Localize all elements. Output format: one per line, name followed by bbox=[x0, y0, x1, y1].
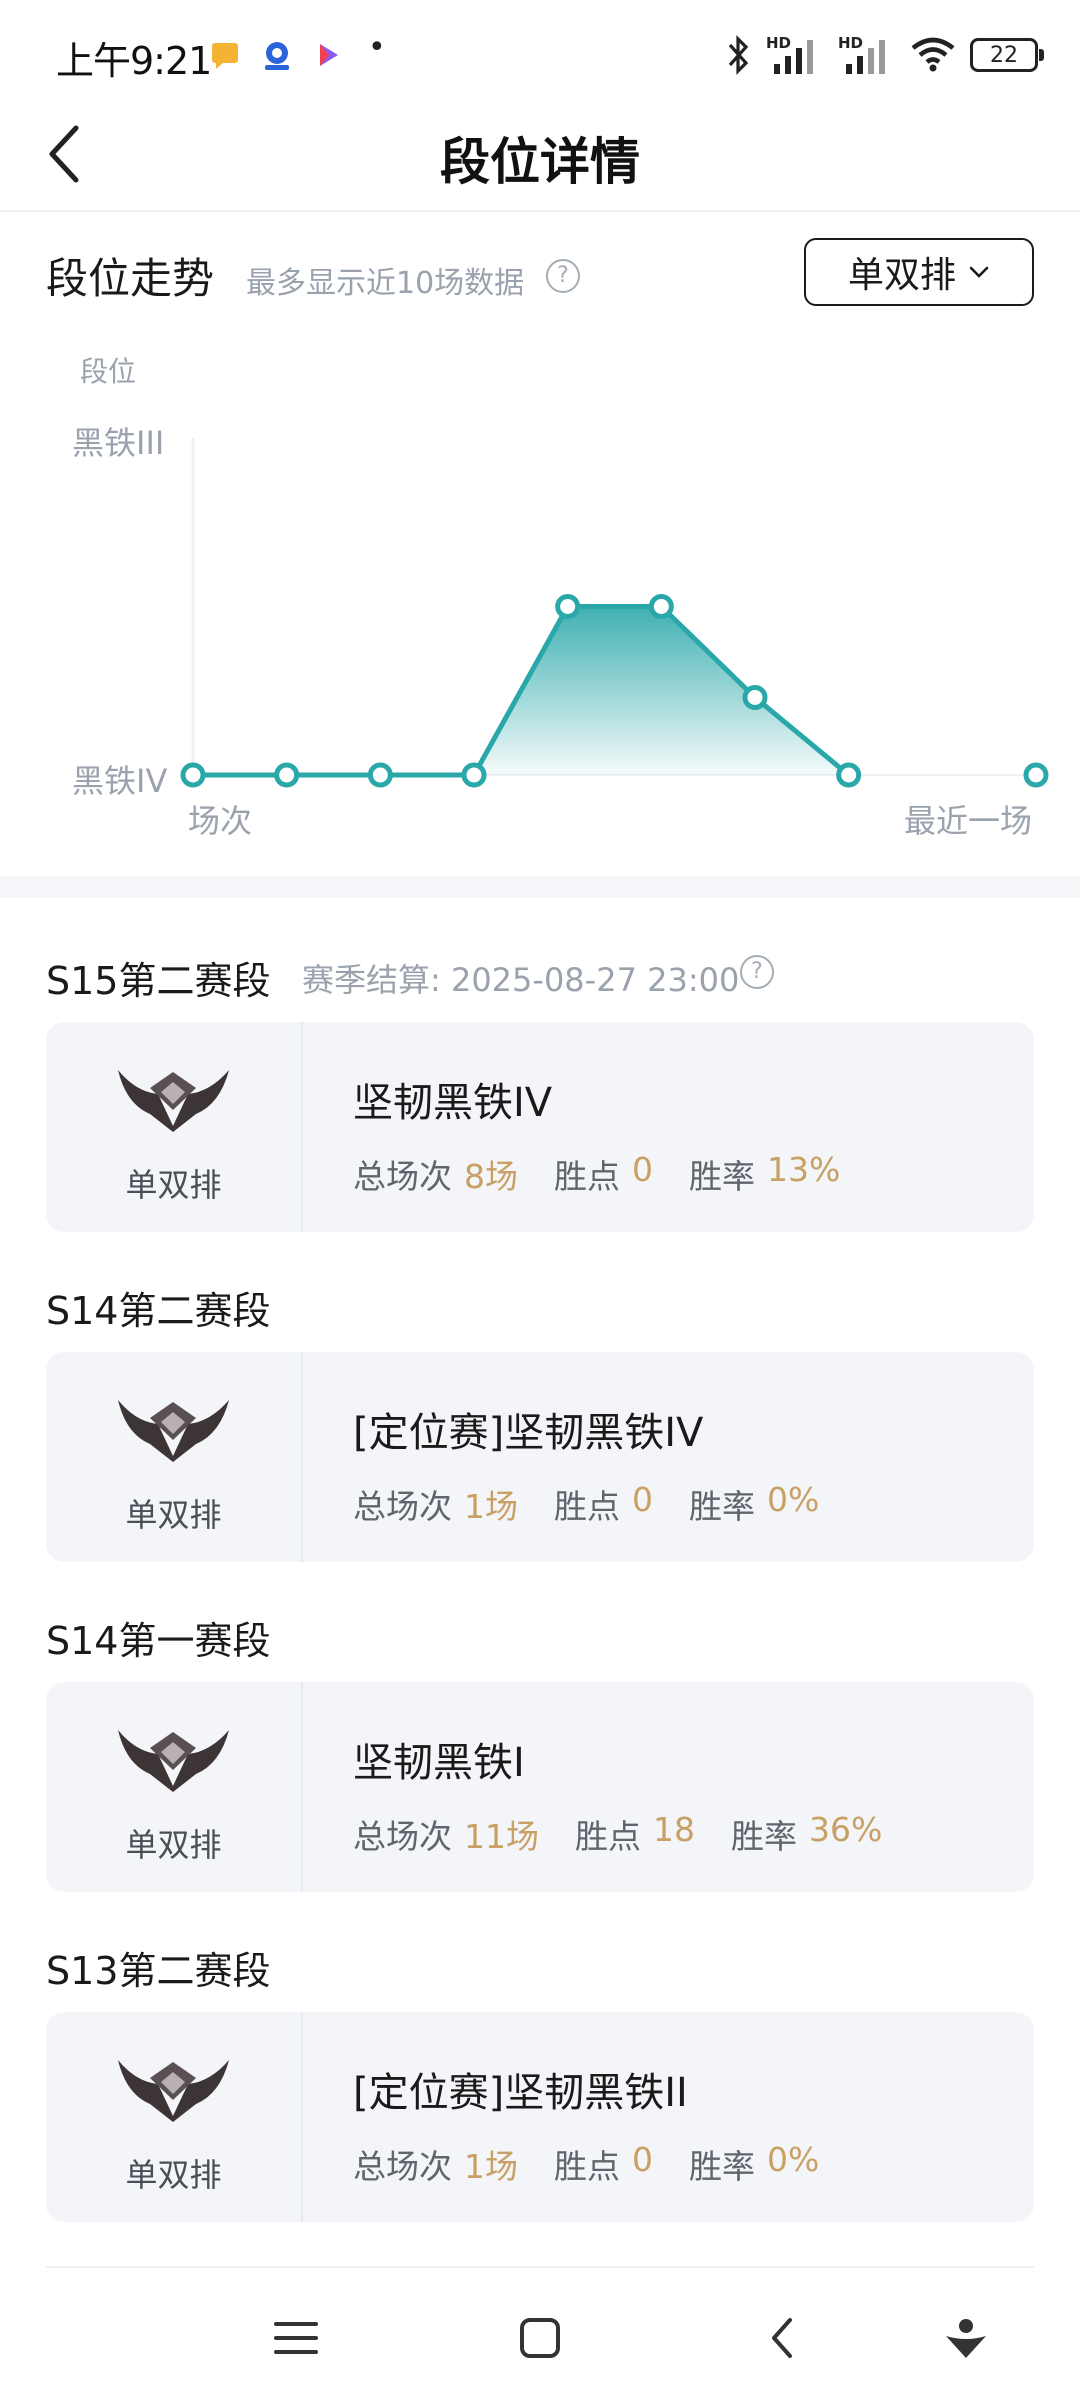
lp-label: 胜点 bbox=[575, 1817, 641, 1856]
winrate-label: 胜率 bbox=[689, 1487, 755, 1526]
lp-value: 0 bbox=[632, 1480, 653, 1519]
back-nav-icon[interactable] bbox=[754, 2308, 814, 2368]
trend-data-point[interactable] bbox=[648, 594, 674, 619]
rank-name: [定位赛]坚韧黑铁IV bbox=[353, 1410, 704, 1456]
menu-icon[interactable] bbox=[266, 2308, 326, 2368]
season-rank-card[interactable]: 单双排 [定位赛]坚韧黑铁IV 总场次 1场 胜点 0 胜率 0% bbox=[46, 1352, 1034, 1562]
lp-label: 胜点 bbox=[554, 1157, 620, 1196]
season-title: S14第一赛段 bbox=[46, 1619, 271, 1663]
queue-badge: 单双排 bbox=[46, 2012, 303, 2222]
winrate-label: 胜率 bbox=[731, 1817, 797, 1856]
games-label: 总场次 bbox=[353, 1487, 452, 1526]
lp-value: 18 bbox=[653, 1810, 695, 1849]
trend-data-point[interactable] bbox=[555, 594, 581, 619]
rank-stats: 总场次 1场 胜点 0 胜率 0% bbox=[353, 1480, 855, 1528]
lp-label: 胜点 bbox=[554, 1487, 620, 1526]
winrate-label: 胜率 bbox=[689, 2147, 755, 2186]
season-title: S14第二赛段 bbox=[46, 1289, 271, 1333]
rank-stats: 总场次 1场 胜点 0 胜率 0% bbox=[353, 2140, 855, 2188]
rank-stats: 总场次 11场 胜点 18 胜率 36% bbox=[353, 1810, 918, 1858]
queue-type-label: 单双排 bbox=[125, 2156, 222, 2194]
list-end-divider bbox=[46, 2266, 1034, 2268]
trend-data-point[interactable] bbox=[461, 762, 487, 788]
winrate-value: 13% bbox=[767, 1150, 841, 1189]
section-divider bbox=[0, 876, 1080, 898]
trend-data-point[interactable] bbox=[180, 762, 206, 788]
rank-stats: 总场次 8场 胜点 0 胜率 13% bbox=[353, 1150, 876, 1198]
lp-value: 0 bbox=[632, 1150, 653, 1189]
season-rank-card[interactable]: 单双排 坚韧黑铁IV 总场次 8场 胜点 0 胜率 13% bbox=[46, 1022, 1034, 1232]
winrate-value: 0% bbox=[767, 1480, 820, 1519]
queue-badge: 单双排 bbox=[46, 1682, 303, 1892]
games-value: 11场 bbox=[464, 1817, 539, 1856]
lp-value: 0 bbox=[632, 2140, 653, 2179]
trend-data-point[interactable] bbox=[742, 684, 768, 710]
winrate-value: 0% bbox=[767, 2140, 820, 2179]
season-settlement-time: 赛季结算: 2025-08-27 23:00 bbox=[302, 961, 740, 999]
winrate-value: 36% bbox=[809, 1810, 883, 1849]
season-title: S13第二赛段 bbox=[46, 1949, 271, 1993]
help-icon[interactable]: ? bbox=[740, 955, 774, 989]
games-label: 总场次 bbox=[353, 1817, 452, 1856]
iron-rank-emblem-icon bbox=[118, 2060, 229, 2122]
queue-type-label: 单双排 bbox=[125, 1826, 222, 1864]
rank-trend-chart bbox=[180, 438, 1049, 788]
rank-name: 坚韧黑铁I bbox=[353, 1740, 525, 1786]
season-rank-card[interactable]: 单双排 坚韧黑铁I 总场次 11场 胜点 18 胜率 36% bbox=[46, 1682, 1034, 1892]
rank-name: [定位赛]坚韧黑铁II bbox=[353, 2070, 688, 2116]
assistant-icon[interactable] bbox=[936, 2308, 996, 2368]
trend-data-point[interactable] bbox=[836, 762, 862, 788]
games-value: 8场 bbox=[464, 1157, 518, 1196]
games-value: 1场 bbox=[464, 1487, 518, 1526]
queue-type-label: 单双排 bbox=[125, 1166, 222, 1204]
season-rank-card[interactable]: 单双排 [定位赛]坚韧黑铁II 总场次 1场 胜点 0 胜率 0% bbox=[46, 2012, 1034, 2222]
games-label: 总场次 bbox=[353, 1157, 452, 1196]
trend-data-point[interactable] bbox=[274, 762, 300, 788]
season-title: S15第二赛段 bbox=[46, 959, 271, 1003]
lp-label: 胜点 bbox=[554, 2147, 620, 2186]
trend-data-point[interactable] bbox=[367, 762, 393, 788]
games-value: 1场 bbox=[464, 2147, 518, 2186]
iron-rank-emblem-icon bbox=[118, 1400, 229, 1462]
iron-rank-emblem-icon bbox=[118, 1730, 229, 1792]
winrate-label: 胜率 bbox=[689, 1157, 755, 1196]
queue-type-label: 单双排 bbox=[125, 1496, 222, 1534]
queue-badge: 单双排 bbox=[46, 1022, 303, 1232]
queue-badge: 单双排 bbox=[46, 1352, 303, 1562]
home-square-icon[interactable] bbox=[510, 2308, 570, 2368]
iron-rank-emblem-icon bbox=[118, 1070, 229, 1132]
system-nav-bar bbox=[0, 2280, 1080, 2400]
games-label: 总场次 bbox=[353, 2147, 452, 2186]
rank-name: 坚韧黑铁IV bbox=[353, 1080, 553, 1126]
trend-data-point[interactable] bbox=[1023, 762, 1049, 788]
